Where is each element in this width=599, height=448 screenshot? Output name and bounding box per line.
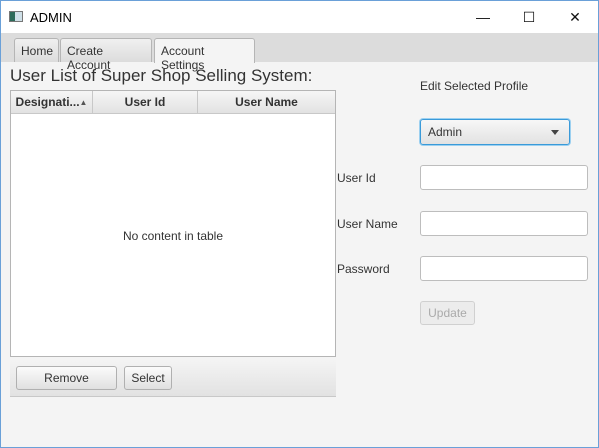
column-user-name[interactable]: User Name xyxy=(198,91,335,114)
empty-table-message: No content in table xyxy=(122,229,224,243)
user-name-input[interactable] xyxy=(420,211,588,236)
title-bar: ADMIN — ☐ ✕ xyxy=(1,1,598,33)
window-title: ADMIN xyxy=(30,10,72,25)
close-button[interactable]: ✕ xyxy=(552,1,598,33)
edit-profile-title: Edit Selected Profile xyxy=(420,79,529,93)
password-label: Password xyxy=(337,262,390,276)
column-user-id[interactable]: User Id xyxy=(93,91,198,114)
minimize-button[interactable]: — xyxy=(460,1,506,33)
chevron-down-icon xyxy=(551,130,559,135)
tab-home[interactable]: Home xyxy=(14,38,59,62)
update-button[interactable]: Update xyxy=(420,301,475,325)
table-button-bar: Remove Select xyxy=(10,359,336,397)
select-button[interactable]: Select xyxy=(124,366,172,390)
password-input[interactable] xyxy=(420,256,588,281)
column-label: Designati... xyxy=(15,95,80,109)
app-icon xyxy=(9,11,23,22)
sort-ascending-icon: ▲ xyxy=(79,97,88,107)
remove-button[interactable]: Remove xyxy=(16,366,117,390)
maximize-button[interactable]: ☐ xyxy=(506,1,552,33)
tab-account-settings[interactable]: Account Settings xyxy=(154,38,255,72)
user-id-label: User Id xyxy=(337,171,376,185)
user-list-heading: User List of Super Shop Selling System: xyxy=(10,66,313,85)
tab-create-account[interactable]: Create Account xyxy=(60,38,152,72)
user-table[interactable]: Designati... ▲ User Id User Name No cont… xyxy=(10,90,336,357)
designation-selected: Admin xyxy=(428,125,463,139)
column-designation[interactable]: Designati... ▲ xyxy=(11,91,93,114)
user-id-input[interactable] xyxy=(420,165,588,190)
designation-combobox[interactable]: Admin xyxy=(420,119,570,145)
user-name-label: User Name xyxy=(337,217,398,231)
